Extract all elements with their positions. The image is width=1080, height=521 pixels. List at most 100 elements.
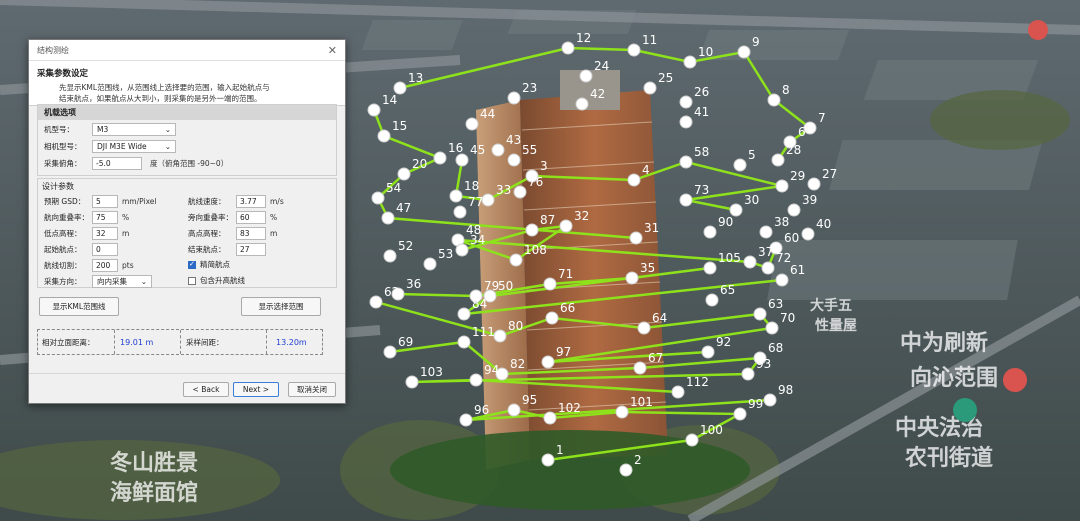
waypoint-dot[interactable] bbox=[465, 117, 479, 131]
waypoint-dot[interactable] bbox=[737, 45, 751, 59]
waypoint-marker[interactable]: 30 bbox=[729, 193, 759, 217]
waypoint-dot[interactable] bbox=[543, 277, 557, 291]
waypoint-dot[interactable] bbox=[803, 121, 817, 135]
direction-select[interactable]: 向内采集 ⌄ bbox=[92, 275, 152, 288]
waypoint-dot[interactable] bbox=[545, 311, 559, 325]
waypoint-dot[interactable] bbox=[615, 405, 629, 419]
end-waypoint-input[interactable]: 27 bbox=[236, 243, 266, 256]
gsd-input[interactable]: 5 bbox=[92, 195, 118, 208]
waypoint-marker[interactable]: 41 bbox=[679, 105, 709, 129]
waypoint-dot[interactable] bbox=[453, 205, 467, 219]
waypoint-marker[interactable]: 94 bbox=[469, 363, 499, 387]
waypoint-dot[interactable] bbox=[627, 173, 641, 187]
waypoint-marker[interactable]: 102 bbox=[543, 401, 581, 425]
waypoint-marker[interactable]: 5 bbox=[733, 148, 756, 172]
waypoint-dot[interactable] bbox=[637, 321, 651, 335]
pitch-input[interactable]: -5.0 bbox=[92, 157, 142, 170]
waypoint-marker[interactable]: 12 bbox=[561, 31, 591, 55]
waypoint-dot[interactable] bbox=[561, 41, 575, 55]
waypoint-marker[interactable]: 42 bbox=[575, 87, 605, 111]
waypoint-dot[interactable] bbox=[627, 43, 641, 57]
waypoint-dot[interactable] bbox=[433, 151, 447, 165]
waypoint-dot[interactable] bbox=[629, 231, 643, 245]
back-button[interactable]: < Back bbox=[183, 382, 229, 397]
waypoint-marker[interactable]: 27 bbox=[807, 167, 837, 191]
waypoint-dot[interactable] bbox=[753, 307, 767, 321]
waypoint-marker[interactable]: 32 bbox=[559, 209, 589, 233]
waypoint-marker[interactable]: 28 bbox=[771, 143, 801, 167]
waypoint-dot[interactable] bbox=[397, 167, 411, 181]
low-alt-input[interactable]: 32 bbox=[92, 227, 118, 240]
waypoint-dot[interactable] bbox=[525, 223, 539, 237]
waypoint-marker[interactable]: 70 bbox=[765, 311, 795, 335]
waypoint-marker[interactable]: 29 bbox=[775, 169, 805, 193]
checkbox-checked-icon[interactable] bbox=[188, 260, 196, 269]
waypoint-dot[interactable] bbox=[679, 115, 693, 129]
front-overlap-input[interactable]: 75 bbox=[92, 211, 118, 224]
waypoint-marker[interactable]: 63 bbox=[753, 297, 783, 321]
waypoint-marker[interactable]: 25 bbox=[643, 71, 673, 95]
waypoint-dot[interactable] bbox=[701, 345, 715, 359]
waypoint-dot[interactable] bbox=[775, 179, 789, 193]
waypoint-dot[interactable] bbox=[765, 321, 779, 335]
checkbox-unchecked-icon[interactable] bbox=[188, 276, 196, 285]
waypoint-marker[interactable]: 33 bbox=[481, 183, 511, 207]
waypoint-dot[interactable] bbox=[771, 153, 785, 167]
waypoint-marker[interactable]: 76 bbox=[513, 175, 543, 199]
waypoint-dot[interactable] bbox=[541, 355, 555, 369]
waypoint-marker[interactable]: 44 bbox=[465, 107, 495, 131]
waypoint-marker[interactable]: 14 bbox=[367, 93, 397, 117]
waypoint-dot[interactable] bbox=[459, 413, 473, 427]
waypoint-dot[interactable] bbox=[787, 203, 801, 217]
waypoint-dot[interactable] bbox=[801, 227, 815, 241]
waypoint-dot[interactable] bbox=[371, 191, 385, 205]
waypoint-dot[interactable] bbox=[579, 69, 593, 83]
waypoint-marker[interactable]: 4 bbox=[627, 163, 650, 187]
waypoint-marker[interactable]: 20 bbox=[397, 157, 427, 181]
waypoint-marker[interactable]: 1 bbox=[541, 443, 564, 467]
waypoint-marker[interactable]: 31 bbox=[629, 221, 659, 245]
model-select[interactable]: M3 ⌄ bbox=[92, 123, 176, 136]
waypoint-dot[interactable] bbox=[449, 189, 463, 203]
waypoint-dot[interactable] bbox=[703, 225, 717, 239]
waypoint-marker[interactable]: 87 bbox=[525, 213, 555, 237]
waypoint-dot[interactable] bbox=[733, 407, 747, 421]
waypoint-marker[interactable]: 7 bbox=[803, 111, 826, 135]
waypoint-dot[interactable] bbox=[763, 393, 777, 407]
camera-select[interactable]: DJI M3E Wide ⌄ bbox=[92, 140, 176, 153]
waypoint-marker[interactable]: 24 bbox=[579, 59, 609, 83]
waypoint-dot[interactable] bbox=[423, 257, 437, 271]
waypoint-dot[interactable] bbox=[619, 463, 633, 477]
waypoint-marker[interactable]: 90 bbox=[703, 215, 733, 239]
waypoint-dot[interactable] bbox=[493, 329, 507, 343]
close-icon[interactable]: ✕ bbox=[328, 44, 337, 57]
waypoint-marker[interactable]: 98 bbox=[763, 383, 793, 407]
waypoint-dot[interactable] bbox=[761, 261, 775, 275]
include-ascend-checkbox[interactable]: 包含升高航线 bbox=[188, 275, 245, 286]
waypoint-dot[interactable] bbox=[383, 345, 397, 359]
waypoint-marker[interactable]: 108 bbox=[509, 243, 547, 267]
waypoint-marker[interactable]: 67 bbox=[633, 351, 663, 375]
waypoint-marker[interactable]: 9 bbox=[737, 35, 760, 59]
waypoint-dot[interactable] bbox=[767, 93, 781, 107]
waypoint-dot[interactable] bbox=[507, 403, 521, 417]
waypoint-marker[interactable]: 52 bbox=[383, 239, 413, 263]
waypoint-marker[interactable]: 53 bbox=[423, 247, 453, 271]
waypoint-dot[interactable] bbox=[643, 81, 657, 95]
waypoint-dot[interactable] bbox=[541, 453, 555, 467]
waypoint-dot[interactable] bbox=[369, 295, 383, 309]
waypoint-dot[interactable] bbox=[633, 361, 647, 375]
waypoint-dot[interactable] bbox=[679, 193, 693, 207]
waypoint-dot[interactable] bbox=[743, 255, 757, 269]
waypoint-dot[interactable] bbox=[509, 253, 523, 267]
waypoint-marker[interactable]: 99 bbox=[733, 397, 763, 421]
waypoint-dot[interactable] bbox=[377, 129, 391, 143]
waypoint-marker[interactable]: 69 bbox=[383, 335, 413, 359]
speed-input[interactable]: 3.77 bbox=[236, 195, 266, 208]
waypoint-dot[interactable] bbox=[543, 411, 557, 425]
show-kml-button[interactable]: 显示KML范围线 bbox=[39, 297, 119, 316]
waypoint-dot[interactable] bbox=[469, 373, 483, 387]
waypoint-marker[interactable]: 13 bbox=[393, 71, 423, 95]
waypoint-marker[interactable]: 61 bbox=[775, 263, 805, 287]
waypoint-dot[interactable] bbox=[507, 153, 521, 167]
